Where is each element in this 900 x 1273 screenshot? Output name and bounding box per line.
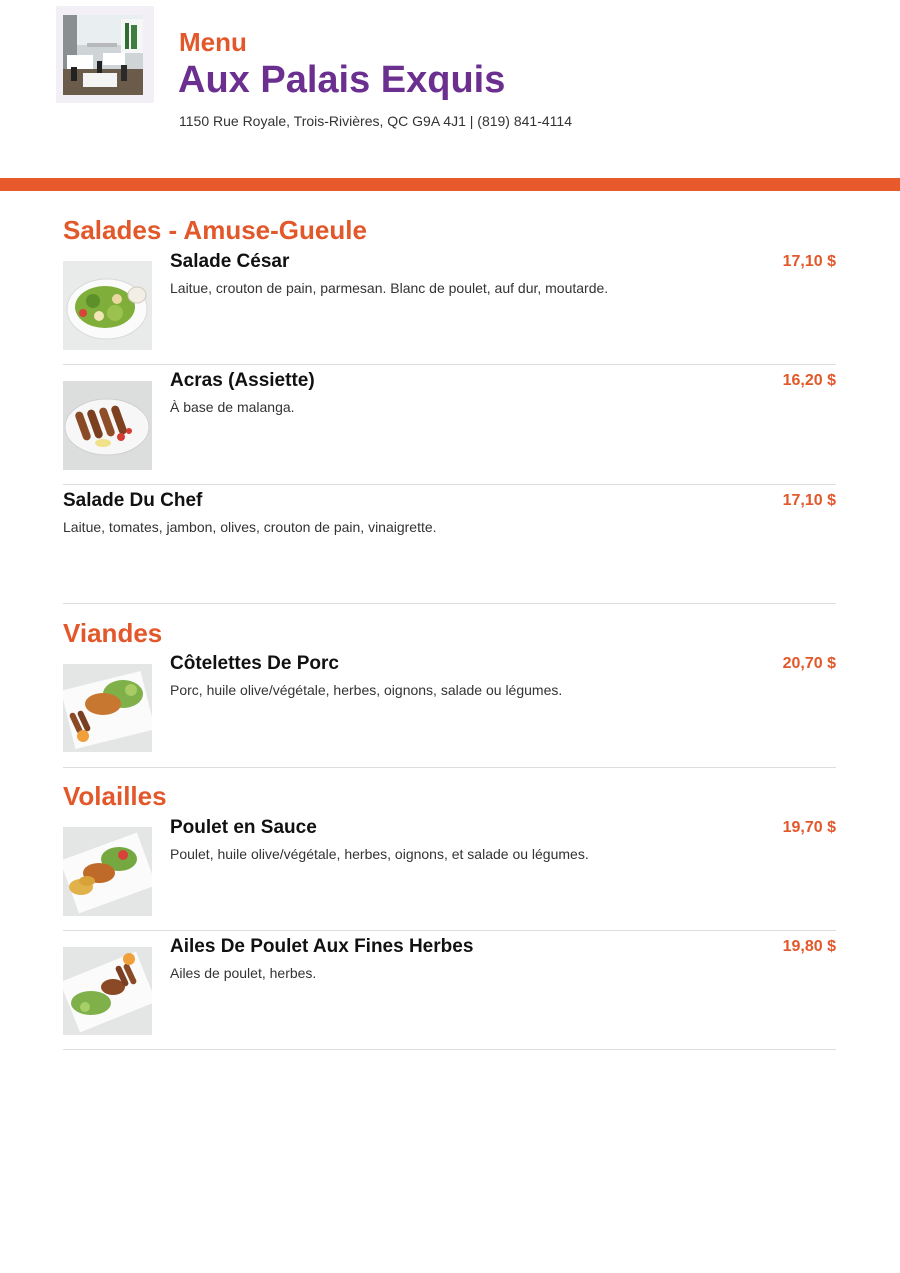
item-description: Ailes de poulet, herbes. — [170, 965, 317, 981]
section-divider — [63, 767, 836, 768]
restaurant-logo — [56, 6, 154, 103]
menu-item[interactable]: Ailes De Poulet Aux Fines Herbes Ailes d… — [63, 936, 836, 1036]
item-description: Poulet, huile olive/végétale, herbes, oi… — [170, 846, 589, 862]
menu-item[interactable]: Côtelettes De Porc Porc, huile olive/vég… — [63, 653, 836, 753]
section-divider — [63, 1049, 836, 1050]
item-divider — [63, 930, 836, 931]
restaurant-address: 1150 Rue Royale, Trois-Rivières, QC G9A … — [179, 113, 572, 129]
item-name: Salade Du Chef — [63, 490, 203, 511]
section-title-salades: Salades - Amuse-Gueule — [63, 215, 367, 245]
item-price: 17,10 $ — [782, 253, 836, 270]
restaurant-name: Aux Palais Exquis — [178, 59, 506, 101]
header-accent-bar — [0, 178, 900, 191]
section-divider — [63, 603, 836, 604]
section-title-volailles: Volailles — [63, 781, 167, 811]
item-price: 16,20 $ — [782, 372, 836, 389]
item-name: Acras (Assiette) — [170, 370, 315, 391]
salad-plate-photo — [63, 261, 152, 350]
item-divider — [63, 484, 836, 485]
pork-chops-photo — [63, 664, 152, 752]
item-description: Laitue, crouton de pain, parmesan. Blanc… — [170, 280, 609, 296]
menu-item[interactable]: Acras (Assiette) À base de malanga. 16,2… — [63, 370, 836, 470]
menu-item[interactable]: Salade César Laitue, crouton de pain, pa… — [63, 251, 836, 351]
section-title-viandes: Viandes — [63, 618, 163, 648]
item-name: Côtelettes De Porc — [170, 653, 339, 674]
item-name: Ailes De Poulet Aux Fines Herbes — [170, 936, 474, 957]
item-price: 19,70 $ — [782, 819, 836, 836]
chicken-sauce-photo — [63, 827, 152, 916]
restaurant-interior-icon — [63, 15, 143, 95]
item-name: Poulet en Sauce — [170, 817, 317, 838]
item-divider — [63, 364, 836, 365]
menu-item[interactable]: Salade Du Chef Laitue, tomates, jambon, … — [63, 490, 836, 550]
item-description: À base de malanga. — [170, 399, 295, 415]
fritters-plate-photo — [63, 381, 152, 470]
item-name: Salade César — [170, 251, 290, 272]
menu-item[interactable]: Poulet en Sauce Poulet, huile olive/végé… — [63, 817, 836, 917]
item-price: 20,70 $ — [782, 655, 836, 672]
chicken-wings-photo — [63, 947, 152, 1035]
item-price: 19,80 $ — [782, 938, 836, 955]
item-price: 17,10 $ — [782, 492, 836, 509]
menu-kicker: Menu — [179, 27, 247, 57]
item-description: Porc, huile olive/végétale, herbes, oign… — [170, 682, 563, 698]
menu-header: Menu Aux Palais Exquis 1150 Rue Royale, … — [0, 0, 900, 178]
item-description: Laitue, tomates, jambon, olives, crouton… — [63, 519, 437, 535]
